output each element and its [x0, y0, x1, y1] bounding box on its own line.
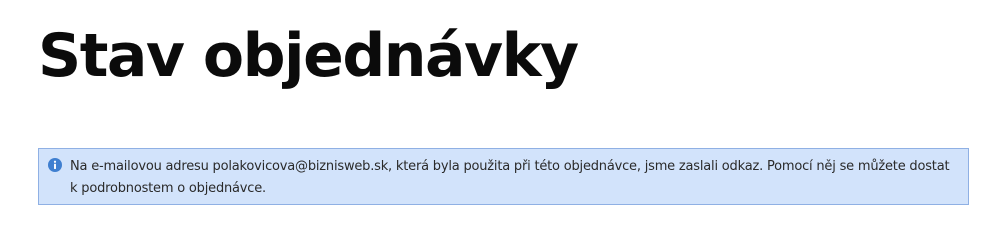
- notice-message: Na e-mailovou adresu polakovicova@biznis…: [70, 159, 950, 196]
- info-icon: [48, 158, 62, 172]
- page-title: Stav objednávky: [38, 21, 579, 91]
- order-status-notice: Na e-mailovou adresu polakovicova@biznis…: [38, 148, 969, 205]
